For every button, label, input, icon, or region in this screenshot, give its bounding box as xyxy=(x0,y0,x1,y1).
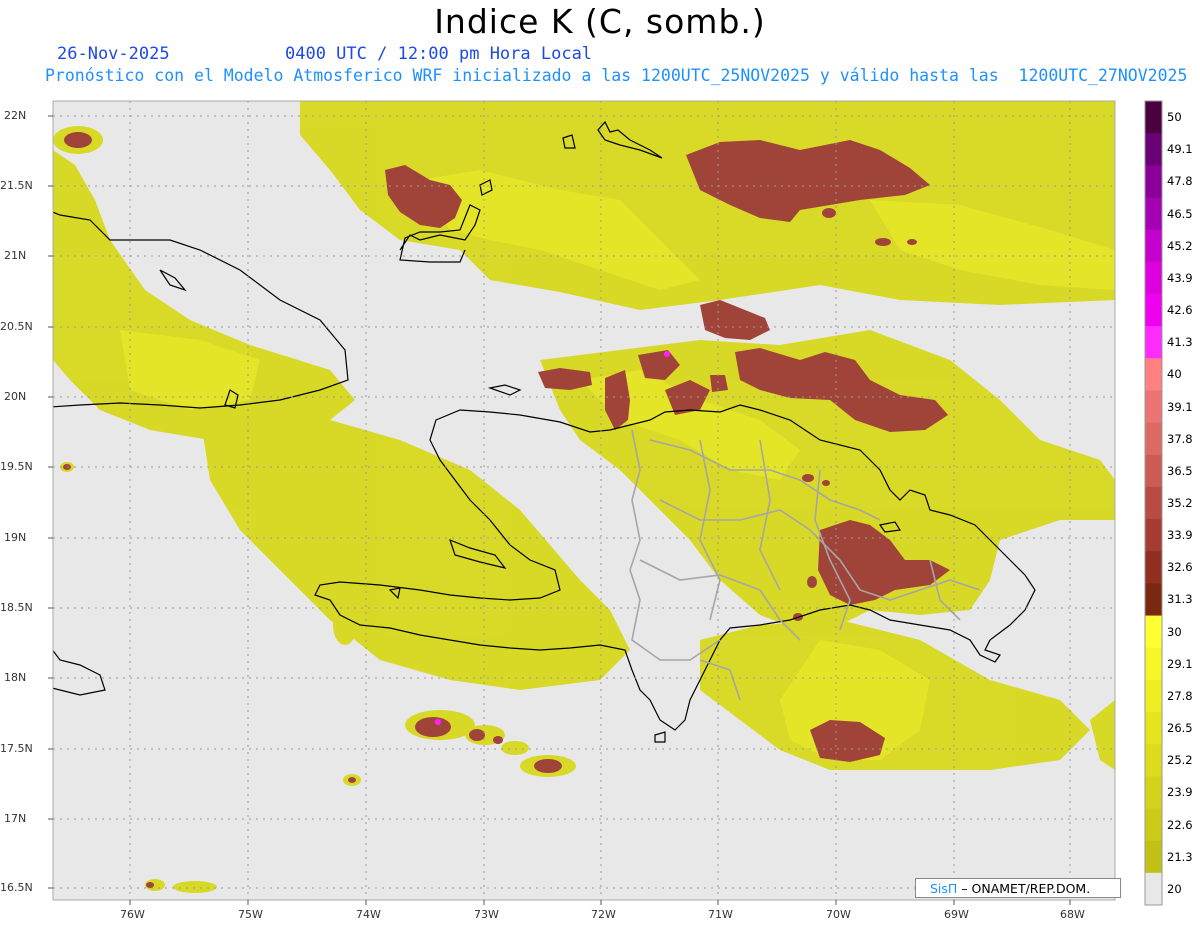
colorbar-tick-label: 27.8 xyxy=(1167,688,1193,703)
colorbar-tick-label: 21.3 xyxy=(1167,849,1193,864)
colorbar-tick-label: 23.9 xyxy=(1167,785,1193,800)
colorbar-tick-label: 46.5 xyxy=(1167,206,1193,221)
colorbar-tick-label: 47.8 xyxy=(1167,174,1193,189)
colorbar-tick-label: 25.2 xyxy=(1167,753,1193,768)
k-index-map xyxy=(48,100,1163,906)
colorbar-swatch xyxy=(1145,390,1162,424)
colorbar-tick-label: 49.1 xyxy=(1167,142,1193,157)
lat-label: 20.5N xyxy=(0,320,33,333)
colorbar-swatch xyxy=(1145,101,1162,134)
colorbar-tick-label: 29.1 xyxy=(1167,656,1193,671)
colorbar-tick-label: 45.2 xyxy=(1167,238,1193,253)
colorbar-tick-label: 35.2 xyxy=(1167,496,1193,510)
colorbar-swatch xyxy=(1145,808,1162,842)
colorbar-tick-label: 41.3 xyxy=(1167,335,1193,350)
colorbar-tick-label: 31.3 xyxy=(1167,592,1193,607)
colorbar-swatch xyxy=(1145,551,1162,584)
lon-label: 74W xyxy=(356,908,381,921)
lat-label: 17N xyxy=(4,812,27,825)
lon-label: 68W xyxy=(1060,908,1085,921)
colorbar-swatch xyxy=(1145,712,1162,745)
sispi-logo: SisΠ xyxy=(930,881,958,896)
colorbar-swatch xyxy=(1145,229,1162,263)
lat-label: 18.5N xyxy=(0,601,33,614)
lon-label: 71W xyxy=(708,908,733,921)
colorbar-tick-label: 33.9 xyxy=(1167,528,1193,543)
lat-label: 20N xyxy=(4,390,27,403)
colorbar-swatch xyxy=(1145,744,1162,777)
colorbar-swatch xyxy=(1145,840,1162,874)
colorbar-tick-label: 37.8 xyxy=(1167,431,1193,446)
colorbar-tick-label: 36.5 xyxy=(1167,463,1193,478)
lon-label: 75W xyxy=(238,908,263,921)
colorbar-tick-label: 50 xyxy=(1167,110,1182,125)
colorbar-swatch xyxy=(1145,486,1162,520)
lat-label: 18N xyxy=(4,671,27,684)
colorbar-swatch xyxy=(1145,454,1162,488)
colorbar-swatch xyxy=(1145,422,1162,456)
colorbar xyxy=(1144,100,1163,906)
lon-label: 72W xyxy=(591,908,616,921)
colorbar-swatch xyxy=(1145,519,1162,552)
credit-box: SisΠ – ONAMET/REP.DOM. xyxy=(915,878,1121,898)
colorbar-swatch xyxy=(1145,293,1162,327)
colorbar-swatch xyxy=(1145,358,1162,391)
colorbar-swatch xyxy=(1145,679,1162,713)
lat-label: 17.5N xyxy=(0,742,33,755)
lon-label: 73W xyxy=(474,908,499,921)
lat-label: 19N xyxy=(4,531,27,544)
lat-label: 16.5N xyxy=(0,881,33,894)
colorbar-tick-label: 30 xyxy=(1167,624,1182,639)
colorbar-swatch xyxy=(1145,165,1162,198)
lon-label: 76W xyxy=(120,908,145,921)
colorbar-tick-label: 32.6 xyxy=(1167,560,1193,575)
colorbar-tick-label: 40 xyxy=(1167,367,1182,382)
colorbar-swatch xyxy=(1145,261,1162,295)
colorbar-swatch xyxy=(1145,197,1162,231)
lon-label: 69W xyxy=(944,908,969,921)
credit-text: – ONAMET/REP.DOM. xyxy=(957,881,1091,896)
colorbar-tick-label: 20 xyxy=(1167,881,1182,896)
colorbar-swatch xyxy=(1145,133,1162,166)
colorbar-tick-label: 42.6 xyxy=(1167,303,1193,318)
lat-label: 22N xyxy=(4,109,27,122)
colorbar-swatch xyxy=(1145,326,1162,359)
colorbar-swatch xyxy=(1145,615,1162,649)
colorbar-tick-label: 39.1 xyxy=(1167,399,1193,414)
colorbar-swatch xyxy=(1145,647,1162,681)
colorbar-swatch xyxy=(1145,583,1162,617)
lat-label: 21.5N xyxy=(0,179,33,192)
colorbar-tick-label: 43.9 xyxy=(1167,270,1193,285)
colorbar-swatch xyxy=(1145,872,1162,906)
lat-label: 19.5N xyxy=(0,460,33,473)
colorbar-tick-label: 26.5 xyxy=(1167,721,1193,736)
colorbar-tick-label: 22.6 xyxy=(1167,817,1193,832)
lat-label: 21N xyxy=(4,249,27,262)
colorbar-swatch xyxy=(1145,776,1162,810)
lon-label: 70W xyxy=(826,908,851,921)
